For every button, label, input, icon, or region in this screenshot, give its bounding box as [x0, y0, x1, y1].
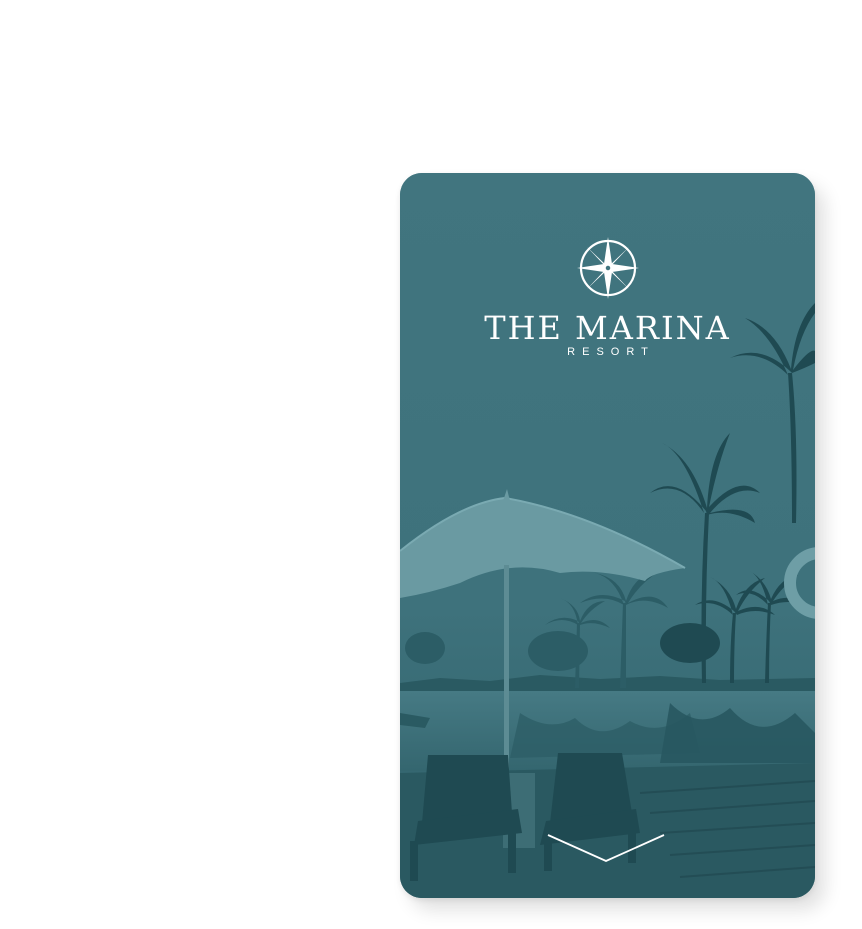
brand-name: THE MARINA	[484, 309, 731, 347]
chevron-down-icon[interactable]	[546, 831, 666, 865]
page-canvas: THE MARINA RESORT	[0, 0, 862, 929]
resort-logo: THE MARINA RESORT	[400, 235, 815, 359]
brand-subtitle: RESORT	[567, 346, 655, 358]
compass-rose-icon	[576, 237, 639, 299]
key-card: THE MARINA RESORT	[400, 173, 815, 898]
